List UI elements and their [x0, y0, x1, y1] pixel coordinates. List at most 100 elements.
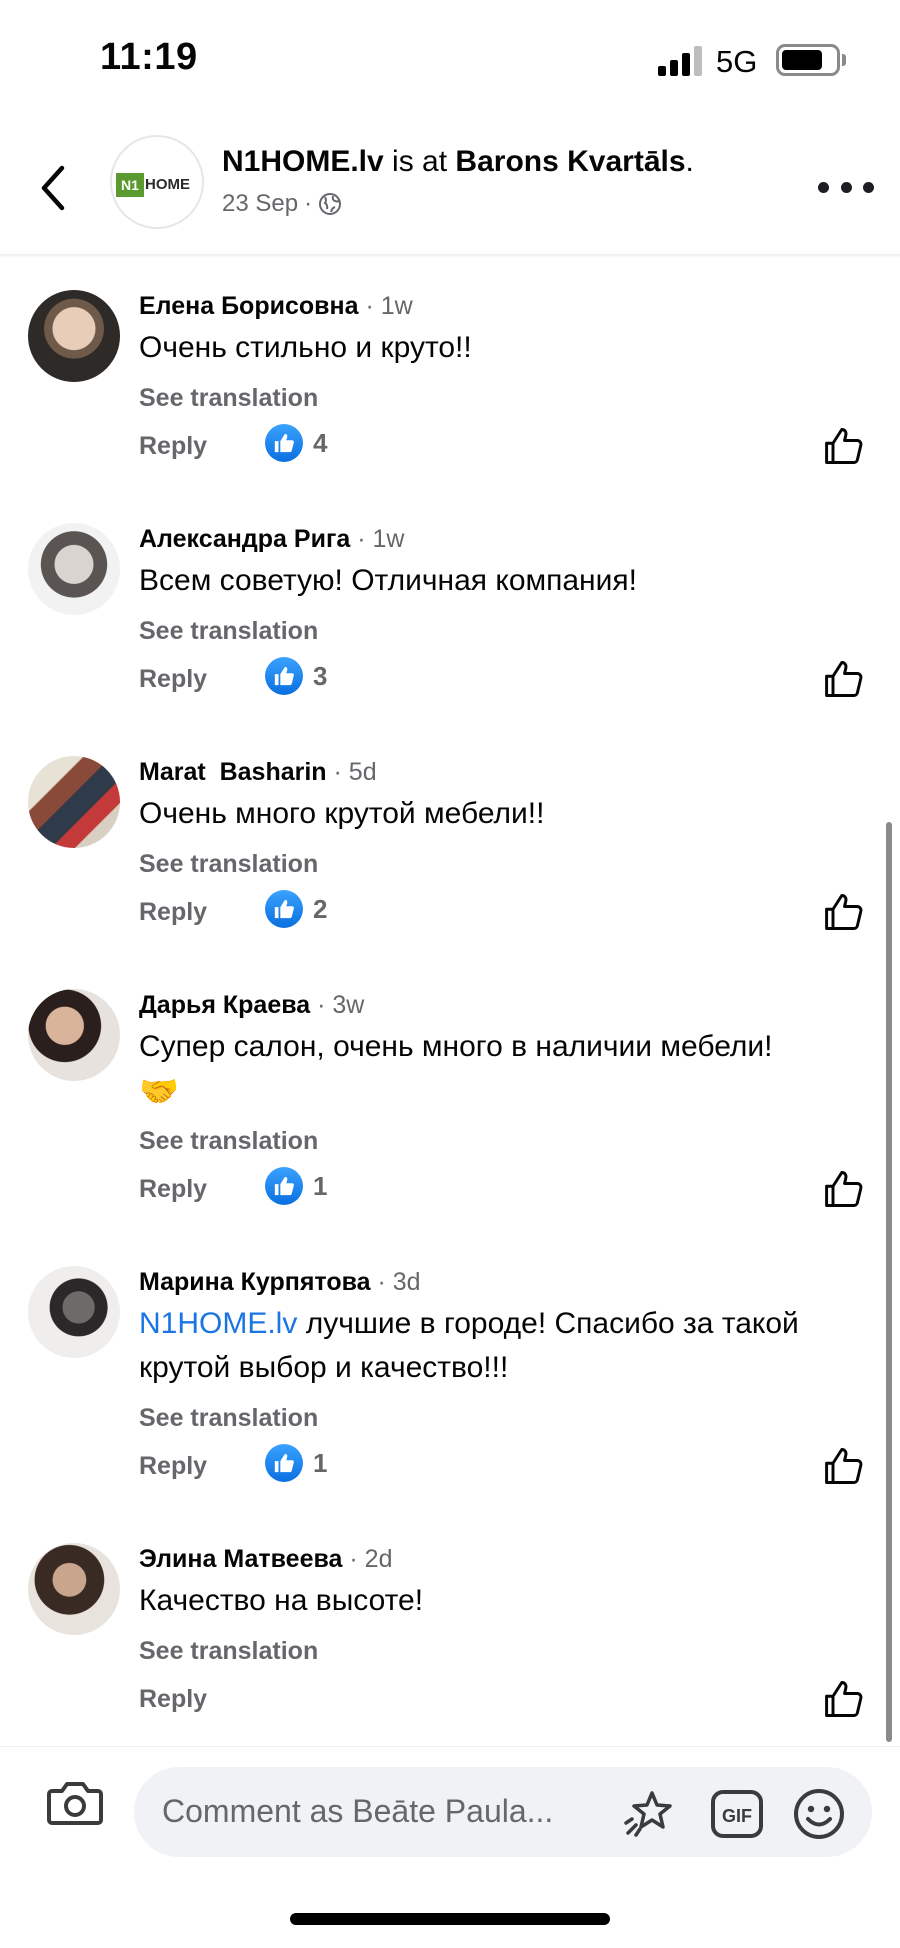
like-badge-icon — [265, 424, 303, 462]
thumbs-up-icon — [825, 661, 863, 697]
comment-author[interactable]: Элина Матвеева — [139, 1545, 342, 1573]
reaction-count: 4 — [313, 427, 328, 458]
comment-input[interactable]: Comment as Beāte Paula... GIF — [134, 1767, 872, 1857]
thumbs-up-icon — [825, 428, 863, 464]
reaction-count: 2 — [313, 893, 328, 924]
thumbs-up-icon — [825, 1171, 863, 1207]
comment-text-content: Качество на высоте! — [139, 1584, 424, 1617]
comment-time[interactable]: · 1w — [365, 292, 412, 320]
header-divider — [0, 254, 900, 258]
comment-author[interactable]: Marat Basharin — [139, 758, 327, 786]
mention-link[interactable]: N1HOME.lv — [139, 1307, 297, 1340]
meta-separator: · — [304, 190, 313, 217]
avatar[interactable] — [28, 523, 120, 615]
post-date[interactable]: 23 Sep — [222, 190, 298, 218]
like-button[interactable] — [822, 1677, 866, 1721]
more-button[interactable] — [818, 172, 874, 202]
see-translation-link[interactable]: See translation — [139, 850, 318, 879]
back-button[interactable] — [30, 158, 78, 218]
reply-button[interactable]: Reply — [139, 1452, 207, 1481]
see-translation-link[interactable]: See translation — [139, 384, 318, 413]
page-avatar[interactable]: N1 HOME — [110, 135, 204, 229]
see-translation-link[interactable]: See translation — [139, 1404, 318, 1433]
reply-button[interactable]: Reply — [139, 898, 207, 927]
reaction-count: 3 — [313, 660, 328, 691]
comment-text-content: Супер салон, очень много в наличии мебел… — [139, 1030, 773, 1063]
battery-icon — [776, 44, 840, 76]
avatar[interactable] — [28, 756, 120, 848]
logo-mark: N1 — [116, 173, 144, 197]
reaction-summary[interactable]: 4 — [265, 424, 327, 462]
comment-time[interactable]: · 2d — [349, 1545, 392, 1573]
comment-text-content: Очень много крутой мебели!! — [139, 797, 545, 830]
comment-time[interactable]: · 5d — [334, 758, 377, 786]
comment-header: Марина Курпятова · 3d — [139, 1268, 421, 1297]
avatar[interactable] — [28, 1266, 120, 1358]
logo-text: HOME — [145, 176, 190, 193]
more-icon-dot — [840, 181, 852, 193]
gif-icon[interactable]: GIF — [710, 1789, 764, 1839]
comment-author[interactable]: Дарья Краева — [139, 991, 310, 1019]
comment-header: Дарья Краева · 3w — [139, 991, 364, 1020]
sticker-icon[interactable] — [622, 1787, 678, 1839]
status-time: 11:19 — [100, 36, 198, 78]
place-link[interactable]: Barons Kvartāls — [455, 145, 685, 178]
battery-cap — [842, 54, 846, 66]
reply-button[interactable]: Reply — [139, 1175, 207, 1204]
reply-button[interactable]: Reply — [139, 665, 207, 694]
reaction-summary[interactable]: 2 — [265, 890, 327, 928]
like-badge-icon — [265, 657, 303, 695]
reply-button[interactable]: Reply — [139, 432, 207, 461]
home-indicator[interactable] — [290, 1913, 610, 1925]
signal-icon — [658, 46, 702, 76]
comment-text: Всем советую! Отличная компания! — [139, 559, 879, 603]
reaction-summary[interactable]: 1 — [265, 1167, 327, 1205]
avatar[interactable] — [28, 290, 120, 382]
comment-text-content: Очень стильно и круто!! — [139, 331, 472, 364]
comment-text: Супер салон, очень много в наличии мебел… — [139, 1025, 879, 1115]
title-connector: is at — [383, 145, 456, 178]
see-translation-link[interactable]: See translation — [139, 1637, 318, 1666]
comment-author[interactable]: Марина Курпятова — [139, 1268, 371, 1296]
reaction-count: 1 — [313, 1447, 328, 1478]
reply-button[interactable]: Reply — [139, 1685, 207, 1714]
camera-icon[interactable] — [46, 1777, 104, 1829]
like-button[interactable] — [822, 424, 866, 468]
like-badge-icon — [265, 1444, 303, 1482]
comment-time[interactable]: · 1w — [357, 525, 404, 553]
see-translation-link[interactable]: See translation — [139, 1127, 318, 1156]
handshake-emoji: 🤝 — [139, 1073, 179, 1109]
status-bar: 11:19 5G — [0, 0, 900, 120]
comment-text: N1HOME.lv лучшие в городе! Спасибо за та… — [139, 1302, 879, 1390]
comment-time[interactable]: · 3d — [378, 1268, 421, 1296]
reaction-summary[interactable]: 3 — [265, 657, 327, 695]
comment-author[interactable]: Александра Рига — [139, 525, 350, 553]
avatar[interactable] — [28, 1543, 120, 1635]
scrollbar[interactable] — [886, 822, 892, 1742]
more-icon-dot — [863, 181, 874, 193]
comment-header: Елена Борисовна · 1w — [139, 292, 413, 321]
like-badge-icon — [265, 890, 303, 928]
reaction-summary[interactable]: 1 — [265, 1444, 327, 1482]
thumbs-up-icon — [825, 894, 863, 930]
network-label: 5G — [716, 44, 758, 79]
like-button[interactable] — [822, 1167, 866, 1211]
thumbs-up-icon — [825, 1681, 863, 1717]
page-name-link[interactable]: N1HOME.lv — [222, 145, 384, 178]
see-translation-link[interactable]: See translation — [139, 617, 318, 646]
post-title: N1HOME.lv is at Barons Kvartāls. — [222, 145, 694, 179]
like-button[interactable] — [822, 1444, 866, 1488]
title-period: . — [685, 145, 694, 178]
thumbs-up-icon — [825, 1448, 863, 1484]
like-badge-icon — [265, 1167, 303, 1205]
like-button[interactable] — [822, 890, 866, 934]
like-button[interactable] — [822, 657, 866, 701]
comment-composer: Comment as Beāte Paula... GIF — [0, 1746, 900, 1857]
avatar[interactable] — [28, 989, 120, 1081]
svg-text:GIF: GIF — [722, 1806, 752, 1826]
emoji-icon[interactable] — [792, 1787, 846, 1841]
comment-time[interactable]: · 3w — [317, 991, 364, 1019]
comment-text: Очень много крутой мебели!! — [139, 792, 879, 836]
comment-author[interactable]: Елена Борисовна — [139, 292, 359, 320]
comment-text: Очень стильно и круто!! — [139, 326, 879, 370]
